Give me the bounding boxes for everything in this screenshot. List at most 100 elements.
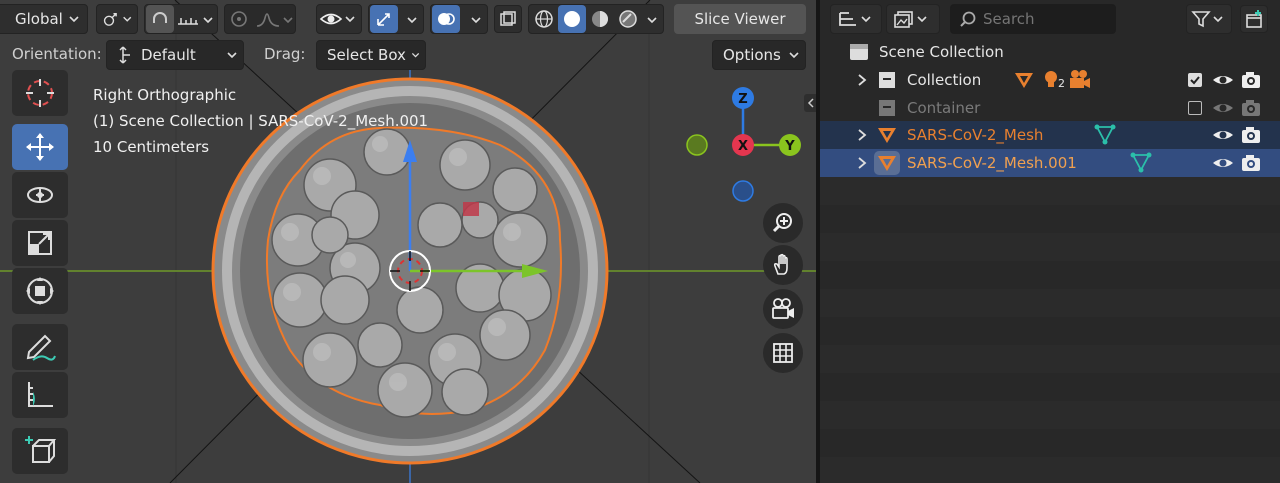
camera-icon	[772, 298, 794, 319]
solid-shading-button[interactable]	[558, 5, 586, 33]
xray-toggle-button[interactable]	[494, 5, 522, 33]
expand-arrow-icon[interactable]	[856, 73, 868, 87]
chevron-down-icon[interactable]	[281, 15, 295, 25]
transform-icon	[26, 277, 54, 305]
3d-viewport[interactable]: Global Slice Viewer Orientation: Default…	[0, 0, 816, 483]
material-shading-button[interactable]	[586, 5, 614, 33]
pan-button[interactable]	[763, 245, 803, 285]
outliner-row-sars-mesh-001[interactable]: SARS-CoV-2_Mesh.001	[820, 149, 1280, 177]
light-users-badge: 2	[1058, 77, 1065, 90]
move-tool[interactable]	[12, 124, 68, 170]
chevron-down-icon[interactable]	[645, 15, 659, 25]
view-layer-dropdown[interactable]	[886, 4, 940, 34]
snap-toggle-button[interactable]	[146, 5, 174, 33]
outliner-row-container[interactable]: Container	[820, 94, 1280, 122]
options-dropdown[interactable]: Options	[712, 40, 806, 70]
render-camera-icon[interactable]	[1240, 153, 1262, 173]
new-collection-button[interactable]	[1240, 5, 1268, 33]
transform-orientation-dropdown[interactable]: Global	[0, 4, 88, 34]
gizmo-dropdown[interactable]	[368, 4, 424, 34]
view-name-text: Right Orthographic	[93, 86, 237, 104]
options-label: Options	[723, 46, 781, 64]
measure-tool[interactable]	[12, 372, 68, 418]
orientation-value: Default	[141, 46, 196, 64]
chevron-down-icon	[861, 16, 871, 23]
overlays-dropdown[interactable]	[430, 4, 488, 34]
overlays-toggle-button[interactable]	[432, 5, 460, 33]
eye-icon[interactable]	[1212, 100, 1234, 116]
search-icon	[960, 11, 976, 27]
cursor-icon	[26, 79, 54, 107]
add-cube-tool[interactable]	[12, 428, 68, 474]
exclude-checkbox[interactable]	[1188, 73, 1202, 87]
wireframe-shading-button[interactable]	[530, 5, 558, 33]
eye-icon[interactable]	[1212, 127, 1234, 143]
mesh-object-icon	[1015, 73, 1033, 88]
transform-tool[interactable]	[12, 268, 68, 314]
drag-dropdown[interactable]: Select Box	[316, 40, 426, 70]
search-field[interactable]	[950, 4, 1116, 34]
navigation-gizmo[interactable]: Z Y X	[683, 85, 803, 205]
chevron-down-icon	[345, 16, 355, 23]
proportional-edit-icon[interactable]	[228, 8, 250, 30]
camera-view-button[interactable]	[763, 289, 803, 329]
exclude-checkbox[interactable]	[1188, 101, 1202, 115]
empty-row	[820, 457, 1280, 483]
checkmark-icon	[1190, 76, 1200, 85]
material-sphere-icon	[592, 11, 608, 27]
blender-window: Global Slice Viewer Orientation: Default…	[0, 0, 1280, 483]
outliner-panel[interactable]: Scene Collection Collection 2 Container	[820, 0, 1280, 483]
sidebar-toggle[interactable]	[804, 94, 816, 112]
scene-collection-icon	[848, 41, 870, 63]
visibility-dropdown[interactable]	[316, 4, 362, 34]
eye-icon[interactable]	[1212, 72, 1234, 88]
render-camera-icon[interactable]	[1240, 98, 1262, 118]
pivot-point-dropdown[interactable]	[96, 4, 138, 34]
filter-dropdown[interactable]	[1186, 4, 1232, 34]
search-input[interactable]	[983, 10, 1113, 28]
drag-label: Drag:	[264, 45, 306, 63]
grid-scale-text: 10 Centimeters	[93, 138, 210, 156]
gizmo-icon	[377, 13, 390, 26]
expand-arrow-icon[interactable]	[856, 128, 868, 142]
outliner-row-scene-collection[interactable]: Scene Collection	[820, 38, 1280, 66]
eye-icon[interactable]	[1212, 155, 1234, 171]
rendered-sphere-icon	[619, 10, 637, 28]
chevron-down-icon	[917, 16, 927, 23]
chevron-down-icon[interactable]	[201, 15, 215, 25]
scale-tool[interactable]	[12, 220, 68, 266]
orientation-label: Orientation:	[12, 45, 102, 63]
outliner-row-label: Collection	[907, 71, 982, 89]
render-camera-icon[interactable]	[1240, 125, 1262, 145]
wireframe-sphere-icon	[535, 10, 553, 28]
expand-arrow-icon[interactable]	[856, 156, 868, 170]
collection-icon	[876, 69, 898, 91]
outliner-row-label: Scene Collection	[879, 43, 1004, 61]
rotate-tool[interactable]	[12, 172, 68, 218]
display-mode-dropdown[interactable]	[830, 4, 882, 34]
empty-row	[820, 233, 1280, 261]
chevron-down-icon	[122, 16, 131, 22]
orientation-dropdown[interactable]: Default	[106, 40, 244, 70]
viewport-scene[interactable]	[0, 0, 816, 483]
render-camera-icon[interactable]	[1240, 70, 1262, 90]
mesh-data-icon	[1130, 152, 1152, 173]
rotate-icon	[27, 187, 53, 203]
outliner-row-sars-mesh[interactable]: SARS-CoV-2_Mesh	[820, 121, 1280, 149]
chevron-down-icon	[407, 17, 417, 24]
zoom-button[interactable]	[763, 203, 803, 243]
move-arrows-icon	[26, 133, 54, 161]
annotate-tool[interactable]	[12, 324, 68, 370]
gizmo-z-label: Z	[738, 92, 747, 107]
gizmo-toggle-button[interactable]	[370, 5, 398, 33]
outliner-tree-icon	[839, 12, 856, 26]
ortho-perspective-button[interactable]	[763, 333, 803, 373]
chevron-down-icon	[411, 52, 420, 58]
chevron-down-icon	[789, 52, 799, 59]
rendered-shading-button[interactable]	[614, 5, 642, 33]
cursor-tool[interactable]	[12, 70, 68, 116]
pivot-icon	[103, 12, 117, 26]
outliner-row-collection[interactable]: Collection 2	[820, 66, 1280, 94]
falloff-curve-icon[interactable]	[255, 8, 281, 30]
slice-viewer-button[interactable]: Slice Viewer	[674, 4, 806, 34]
